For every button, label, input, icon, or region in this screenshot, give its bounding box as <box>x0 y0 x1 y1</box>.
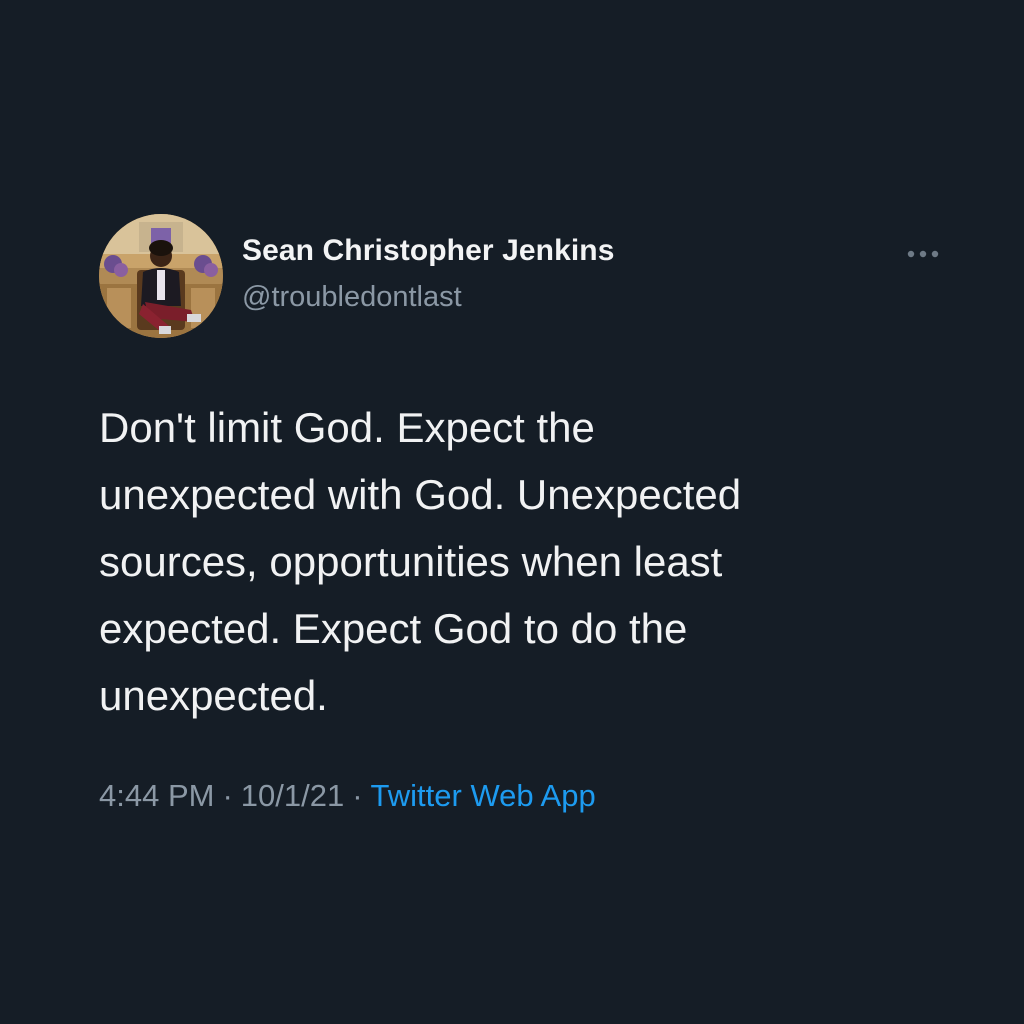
tweet-date[interactable]: 10/1/21 <box>241 778 344 813</box>
tweet-time[interactable]: 4:44 PM <box>99 778 214 813</box>
meta-separator: · <box>352 778 363 813</box>
avatar[interactable] <box>99 214 223 338</box>
more-options-icon <box>907 250 939 258</box>
tweet-meta: 4:44 PM · 10/1/21 · Twitter Web App <box>99 778 596 814</box>
tweet-card: Sean Christopher Jenkins @troubledontlas… <box>0 0 1024 1024</box>
meta-separator: · <box>222 778 233 813</box>
author-handle[interactable]: @troubledontlast <box>242 281 462 314</box>
more-options-button[interactable] <box>898 236 948 272</box>
tweet-text: Don't limit God. Expect the unexpected w… <box>99 404 742 719</box>
profile-photo-icon <box>99 214 223 338</box>
tweet-source-link[interactable]: Twitter Web App <box>371 778 596 813</box>
author-display-name[interactable]: Sean Christopher Jenkins <box>242 234 615 268</box>
